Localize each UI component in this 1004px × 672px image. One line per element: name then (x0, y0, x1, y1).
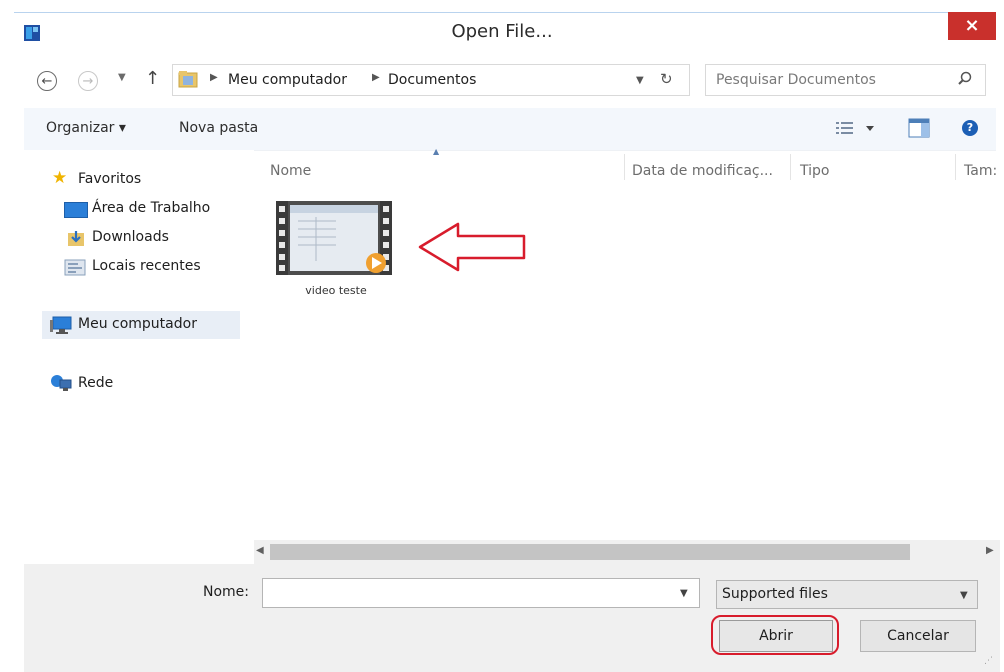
computer-icon (50, 316, 72, 338)
desktop-icon (64, 202, 88, 218)
back-button[interactable]: ← (37, 71, 57, 91)
address-dropdown-icon[interactable]: ▼ (636, 75, 644, 86)
star-icon: ★ (52, 168, 68, 188)
column-header-size[interactable]: Tam: (964, 163, 997, 179)
scrollbar-thumb[interactable] (270, 544, 910, 560)
recent-places-icon (64, 258, 86, 280)
scroll-left-icon[interactable]: ◀ (256, 545, 264, 556)
back-arrow-icon: ← (41, 74, 53, 89)
refresh-icon[interactable]: ↻ (660, 70, 673, 88)
sidebar-item-network[interactable]: Rede (78, 375, 113, 391)
column-divider[interactable] (624, 154, 625, 180)
cancel-button[interactable]: Cancelar (860, 620, 976, 652)
chevron-down-icon[interactable]: ▼ (960, 590, 968, 601)
column-divider[interactable] (955, 154, 956, 180)
recent-locations-dropdown[interactable]: ▼ (118, 72, 126, 83)
resize-grip-icon[interactable]: ⋰ (984, 656, 993, 666)
file-type-value: Supported files (722, 586, 828, 602)
column-header-type[interactable]: Tipo (800, 163, 829, 179)
up-button[interactable]: ↑ (145, 68, 160, 89)
new-folder-button[interactable]: Nova pasta (179, 120, 258, 136)
sidebar-item-downloads[interactable]: Downloads (92, 229, 169, 245)
sidebar-item-desktop[interactable]: Área de Trabalho (92, 200, 210, 216)
organize-button[interactable]: Organizar ▾ (46, 120, 126, 136)
preview-pane-icon[interactable] (908, 118, 930, 142)
folder-icon (178, 70, 198, 88)
view-options-icon[interactable] (836, 121, 880, 139)
sort-ascending-icon: ▲ (433, 147, 440, 156)
annotation-arrow-icon (416, 220, 530, 278)
search-placeholder: Pesquisar Documentos (716, 72, 876, 88)
breadcrumb-computer[interactable]: Meu computador (228, 72, 347, 88)
column-divider[interactable] (790, 154, 791, 180)
file-name-label[interactable]: video teste (286, 284, 386, 297)
window-title: Open File... (451, 21, 553, 42)
breadcrumb-separator-icon: ▶ (372, 72, 380, 83)
downloads-icon (67, 229, 85, 251)
chevron-down-icon[interactable]: ▼ (680, 588, 688, 599)
breadcrumb-documents[interactable]: Documentos (388, 72, 476, 88)
column-header-date[interactable]: Data de modificaç... (632, 163, 773, 179)
sidebar-item-favorites[interactable]: Favoritos (78, 171, 141, 187)
close-button[interactable]: × (948, 12, 996, 40)
search-icon[interactable] (957, 71, 973, 91)
file-name-input[interactable] (262, 578, 700, 608)
network-icon (50, 374, 72, 396)
up-arrow-icon: ↑ (145, 68, 161, 89)
breadcrumb-separator-icon: ▶ (210, 72, 218, 83)
chevron-down-icon: ▼ (118, 72, 126, 83)
annotation-highlight (711, 615, 839, 655)
sidebar-item-computer[interactable]: Meu computador (78, 316, 197, 332)
scroll-right-icon[interactable]: ▶ (986, 545, 994, 556)
forward-arrow-icon: → (82, 74, 94, 89)
file-name-label-text: Nome: (203, 584, 250, 600)
help-icon[interactable]: ? (962, 120, 978, 136)
column-header-name[interactable]: Nome (270, 163, 311, 179)
forward-button[interactable]: → (78, 71, 98, 91)
video-file-icon[interactable] (276, 201, 392, 275)
sidebar-item-recent[interactable]: Locais recentes (92, 258, 201, 274)
